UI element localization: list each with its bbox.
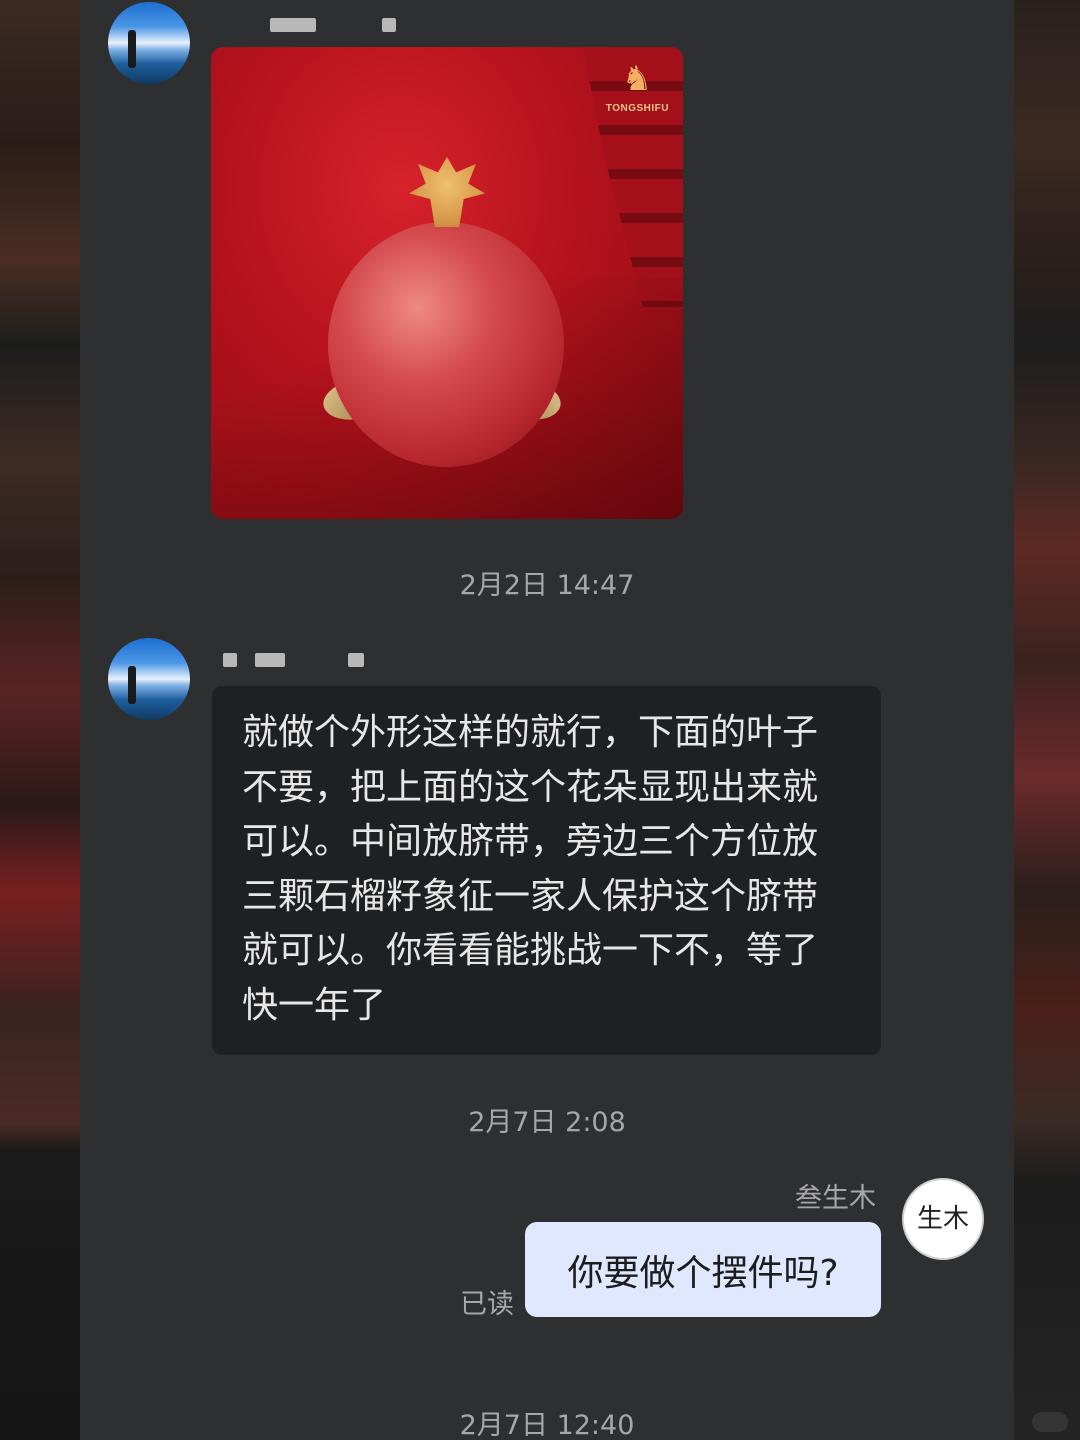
contact-name-redacted bbox=[348, 653, 364, 667]
background-left-strip bbox=[0, 0, 80, 1440]
avatar-photo-icon bbox=[108, 2, 190, 84]
timestamp: 2月7日 2:08 bbox=[468, 1107, 626, 1138]
incoming-text-message[interactable]: 就做个外形这样的就行，下面的叶子不要，把上面的这个花朵显现出来就可以。中间放脐带… bbox=[212, 686, 881, 1055]
brand-logo-text: TONGSHIFU bbox=[605, 103, 669, 114]
read-status: 已读 bbox=[460, 1289, 514, 1320]
pomegranate-crown bbox=[409, 157, 485, 227]
contact-name-redacted bbox=[223, 653, 237, 667]
contact-name-redacted bbox=[270, 18, 316, 32]
chat-panel[interactable]: ♞ TONGSHIFU 2月2日 14:47 就做个外形这样的就行，下面的叶子不… bbox=[80, 0, 1014, 1440]
timestamp: 2月2日 14:47 bbox=[459, 570, 635, 601]
background-right-strip bbox=[1014, 0, 1080, 1440]
contact-avatar[interactable] bbox=[108, 2, 190, 84]
contact-avatar[interactable] bbox=[108, 638, 190, 720]
my-name: 叁生木 bbox=[795, 1183, 876, 1214]
pomegranate-ornament bbox=[328, 222, 564, 467]
contact-name-redacted bbox=[382, 18, 396, 32]
watermark-badge bbox=[1032, 1412, 1068, 1432]
avatar-photo-icon bbox=[108, 638, 190, 720]
my-avatar[interactable]: 生木 bbox=[902, 1178, 984, 1260]
brand-logo-icon: ♞ bbox=[621, 59, 653, 99]
outgoing-text-message[interactable]: 你要做个摆件吗? bbox=[525, 1222, 881, 1317]
timestamp: 2月7日 12:40 bbox=[459, 1410, 635, 1440]
image-message[interactable]: ♞ TONGSHIFU bbox=[211, 47, 683, 519]
contact-name-redacted bbox=[255, 653, 285, 667]
